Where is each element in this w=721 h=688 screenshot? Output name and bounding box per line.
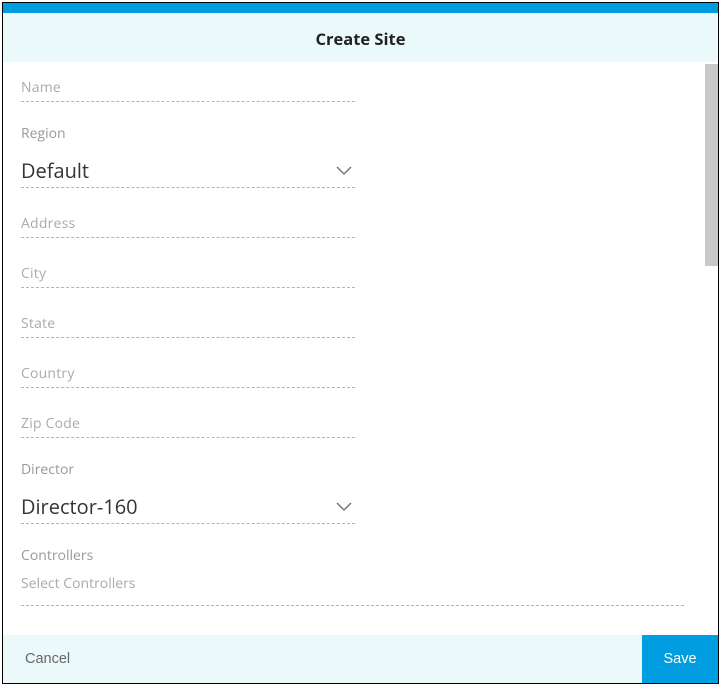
top-accent-bar (3, 3, 718, 13)
city-group: City (21, 260, 355, 288)
region-group: Region Default (21, 124, 355, 188)
save-button[interactable]: Save (642, 635, 718, 683)
state-placeholder: State (21, 310, 355, 333)
zipcode-field[interactable]: Zip Code (21, 410, 355, 438)
controllers-select[interactable]: Select Controllers (21, 571, 684, 606)
dialog-footer: Cancel Save (3, 635, 718, 683)
director-select[interactable]: Director-160 (21, 493, 355, 524)
name-field[interactable]: Name (21, 74, 355, 102)
zipcode-group: Zip Code (21, 410, 355, 438)
cancel-button[interactable]: Cancel (3, 635, 642, 683)
create-site-dialog: Create Site Name Region Default (2, 2, 719, 684)
name-group: Name (21, 74, 355, 102)
country-group: Country (21, 360, 355, 388)
address-placeholder: Address (21, 210, 355, 233)
region-select[interactable]: Default (21, 157, 355, 188)
city-placeholder: City (21, 260, 355, 283)
chevron-down-icon (335, 162, 353, 180)
form-area: Name Region Default Address (3, 62, 718, 635)
controllers-placeholder: Select Controllers (21, 574, 136, 593)
dialog-header: Create Site (3, 13, 718, 62)
city-field[interactable]: City (21, 260, 355, 288)
controllers-group: Controllers Select Controllers (21, 546, 700, 606)
country-field[interactable]: Country (21, 360, 355, 388)
state-field[interactable]: State (21, 310, 355, 338)
name-placeholder: Name (21, 74, 355, 97)
region-label: Region (21, 124, 355, 143)
zipcode-placeholder: Zip Code (21, 410, 355, 433)
director-group: Director Director-160 (21, 460, 355, 524)
country-placeholder: Country (21, 360, 355, 383)
address-field[interactable]: Address (21, 210, 355, 238)
dialog-body: Name Region Default Address (3, 62, 718, 635)
scrollbar-thumb[interactable] (705, 64, 718, 266)
dialog-title: Create Site (316, 27, 406, 50)
region-value: Default (21, 157, 89, 184)
chevron-down-icon (335, 498, 353, 516)
controllers-label: Controllers (21, 546, 684, 565)
state-group: State (21, 310, 355, 338)
director-value: Director-160 (21, 493, 138, 520)
address-group: Address (21, 210, 355, 238)
director-label: Director (21, 460, 355, 479)
